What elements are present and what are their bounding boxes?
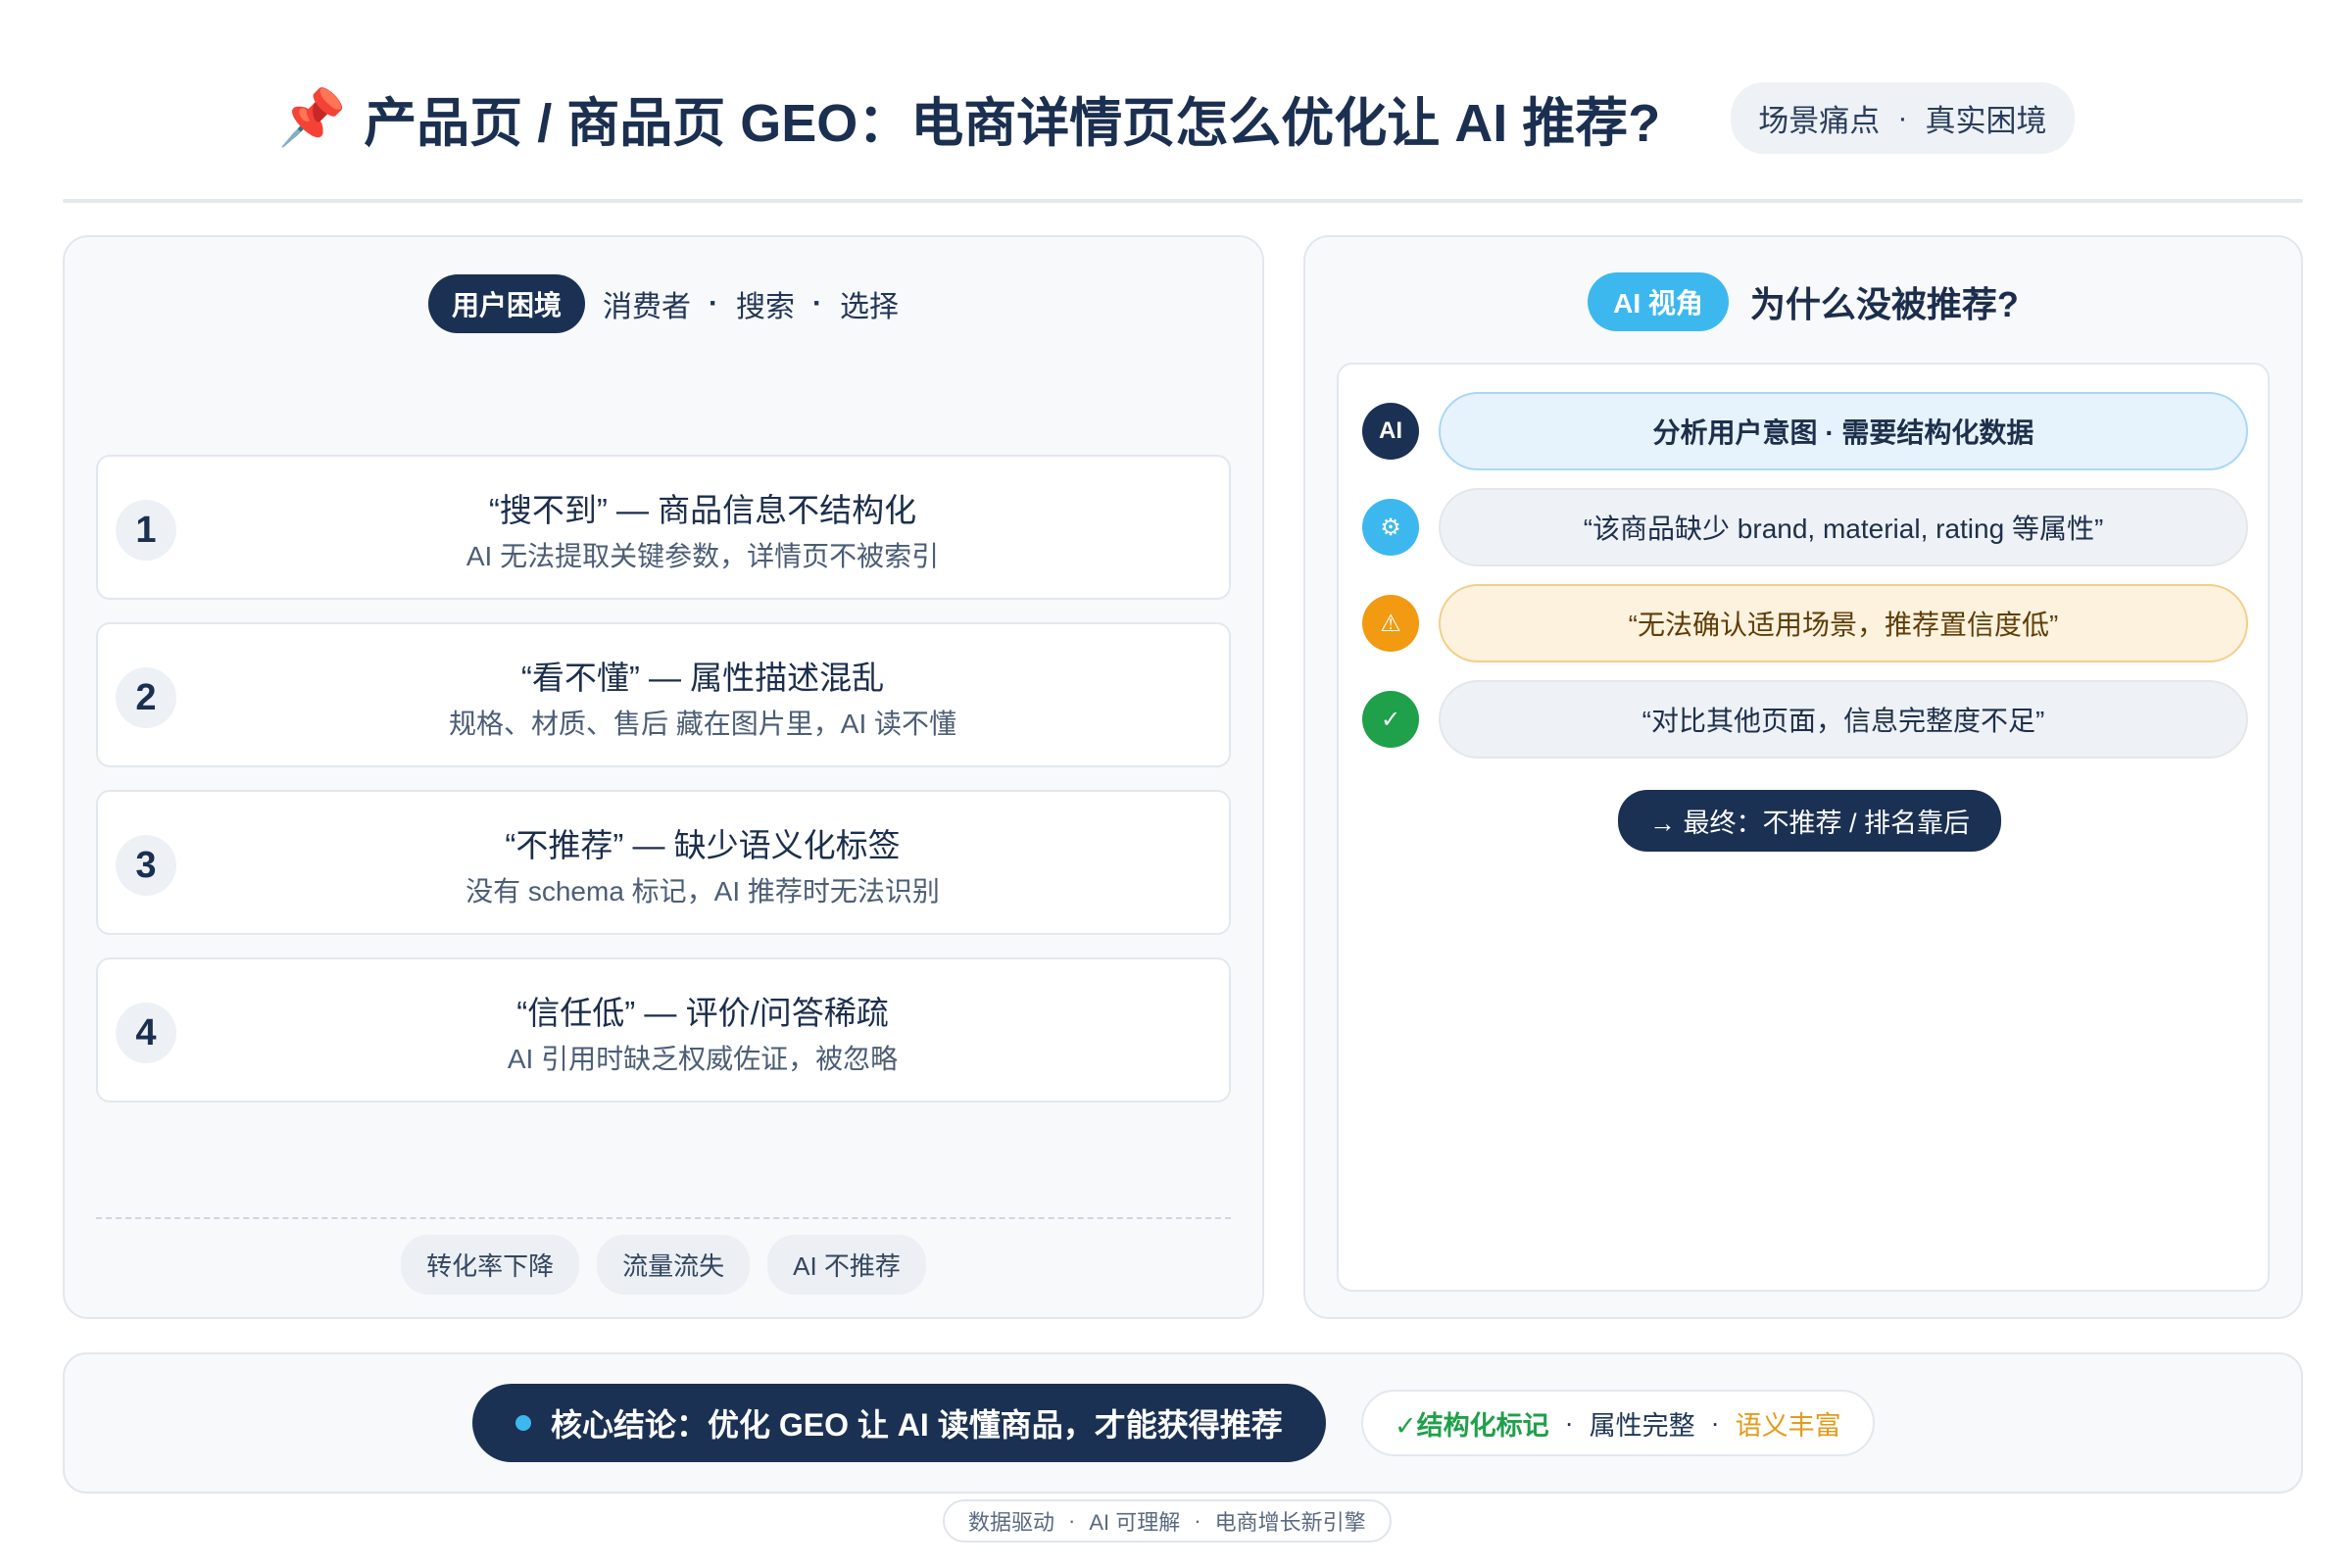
issue-card-3: 3 “不推荐” — 缺少语义化标签 没有 schema 标记，AI 推荐时无法识… [96,790,1231,935]
issue-number: 3 [116,835,176,896]
issue-title: “看不懂” — 属性描述混乱 [520,660,885,696]
chip-conversion-drop: 转化率下降 [401,1235,580,1295]
footer-item: 数据驱动 [968,1510,1055,1535]
issue-number: 4 [116,1003,176,1063]
tag-separator: · [1897,100,1908,134]
header-divider [63,199,2303,203]
reasoning-step-2: ⚙ “该商品缺少 brand, material, rating 等属性” [1362,488,2248,566]
check-icon: ✓ [1362,691,1419,748]
issue-title: “不推荐” — 缺少语义化标签 [505,827,901,863]
ai-icon: AI [1362,403,1419,460]
step-bubble: “无法确认适用场景，推荐置信度低” [1439,584,2248,662]
subtitle-separator: · [709,287,718,319]
ai-perspective-badge: AI 视角 [1588,272,1729,331]
core-conclusion: 核心结论：优化 GEO 让 AI 读懂商品，才能获得推荐 [472,1384,1326,1462]
ai-reasoning-card: AI 分析用户意图 · 需要结构化数据 ⚙ “该商品缺少 brand, mate… [1337,363,2270,1292]
step-bubble: 分析用户意图 · 需要结构化数据 [1439,392,2248,470]
issue-card-1: 1 “搜不到” — 商品信息不结构化 AI 无法提取关键参数，详情页不被索引 [96,455,1231,600]
footer-item: AI 可理解 [1089,1510,1181,1535]
user-dilemma-badge: 用户困境 [427,274,585,333]
page-title: 📌 产品页 / 商品页 GEO：电商详情页怎么优化让 AI 推荐? [277,79,1660,157]
step-bubble: “该商品缺少 brand, material, rating 等属性” [1439,488,2248,566]
feature-separator: · [1710,1407,1720,1438]
tag-label-1: 场景痛点 [1758,103,1881,138]
chip-ai-not-recommend: AI 不推荐 [767,1235,926,1295]
issue-description: AI 引用时缺乏权威佐证，被忽略 [507,1044,899,1074]
page-header: 📌 产品页 / 商品页 GEO：电商详情页怎么优化让 AI 推荐? 场景痛点 ·… [63,59,2289,176]
gear-icon: ⚙ [1362,499,1419,556]
issue-description: 没有 schema 标记，AI 推荐时无法识别 [466,876,940,906]
ai-perspective-header: AI 视角 为什么没被推荐? [1305,272,2301,331]
page: 📌 产品页 / 商品页 GEO：电商详情页怎么优化让 AI 推荐? 场景痛点 ·… [0,0,2352,1568]
pushpin-icon: 📌 [277,86,347,148]
feature-structured-markup: ✓结构化标记 [1395,1410,1549,1441]
warning-icon: ⚠ [1362,595,1419,652]
tag-label-2: 真实困境 [1925,103,2047,138]
dashed-divider [96,1217,1231,1219]
footer-separator: · [1068,1508,1076,1533]
issue-number: 2 [116,667,176,728]
issue-title: “搜不到” — 商品信息不结构化 [488,492,917,528]
issue-card-4: 4 “信任低” — 评价/问答稀疏 AI 引用时缺乏权威佐证，被忽略 [96,957,1231,1102]
impact-chips: 转化率下降 流量流失 AI 不推荐 [65,1235,1262,1295]
issue-description: 规格、材质、售后 藏在图片里，AI 读不懂 [448,709,957,739]
subtitle-consumer: 消费者 [603,291,691,323]
issue-title: “信任低” — 评价/问答稀疏 [516,995,889,1031]
user-dilemma-panel: 用户困境 消费者 · 搜索 · 选择 1 “搜不到” — 商品信息不结构化 AI… [63,235,1264,1319]
issue-card-2: 2 “看不懂” — 属性描述混乱 规格、材质、售后 藏在图片里，AI 读不懂 [96,622,1231,767]
step-bubble: “对比其他页面，信息完整度不足” [1439,680,2248,759]
footer-separator: · [1194,1508,1201,1533]
scene-tag: 场景痛点 · 真实困境 [1731,81,2075,154]
feature-rich-semantics: 语义丰富 [1735,1410,1841,1441]
issue-number: 1 [116,500,176,561]
footer-tagline: 数据驱动 · AI 可理解 · 电商增长新引擎 [943,1499,1392,1543]
reasoning-step-1: AI 分析用户意图 · 需要结构化数据 [1362,392,2248,470]
feature-separator: · [1564,1407,1574,1438]
ai-perspective-title: 为什么没被推荐? [1749,284,2019,324]
final-result-pill: → 最终：不推荐 / 排名靠后 [1618,790,2002,852]
subtitle-separator: · [812,287,822,319]
subtitle-search: 搜索 [736,291,795,323]
ai-perspective-panel: AI 视角 为什么没被推荐? AI 分析用户意图 · 需要结构化数据 ⚙ “该商… [1303,235,2303,1319]
subtitle-choose: 选择 [840,291,899,323]
feature-complete-attributes: 属性完整 [1589,1410,1695,1441]
chip-traffic-loss: 流量流失 [597,1235,751,1295]
reasoning-step-4: ✓ “对比其他页面，信息完整度不足” [1362,680,2248,759]
bullet-dot-icon [515,1415,531,1431]
page-title-text: 产品页 / 商品页 GEO：电商详情页怎么优化让 AI 推荐? [364,93,1661,153]
feature-tags: ✓结构化标记 · 属性完整 · 语义丰富 [1361,1390,1875,1456]
core-conclusion-text: 核心结论：优化 GEO 让 AI 读懂商品，才能获得推荐 [551,1407,1283,1443]
reasoning-step-3: ⚠ “无法确认适用场景，推荐置信度低” [1362,584,2248,662]
issue-description: AI 无法提取关键参数，详情页不被索引 [466,541,940,571]
user-dilemma-header: 用户困境 消费者 · 搜索 · 选择 [65,274,1262,333]
footer-item: 电商增长新引擎 [1214,1510,1366,1535]
conclusion-bar: 核心结论：优化 GEO 让 AI 读懂商品，才能获得推荐 ✓结构化标记 · 属性… [63,1352,2303,1494]
